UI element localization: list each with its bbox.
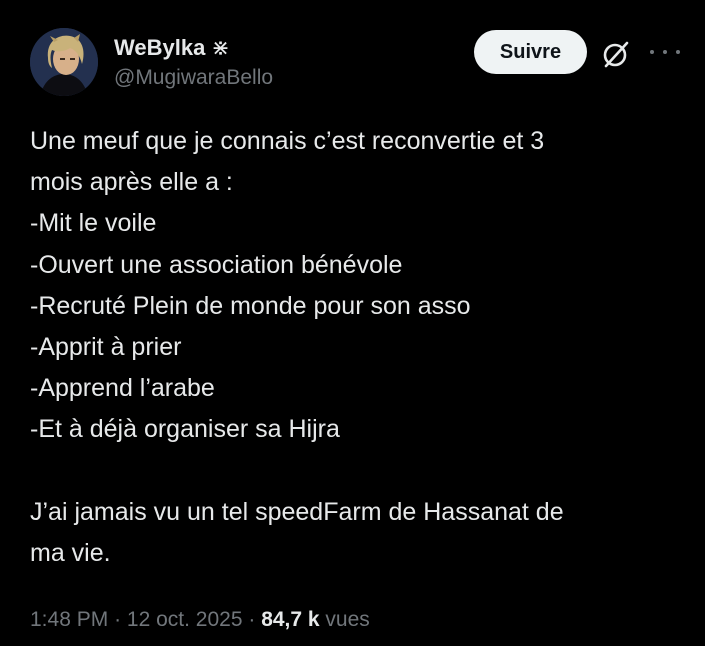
views-label: vues xyxy=(325,608,370,631)
author-handle[interactable]: @MugiwaraBello xyxy=(114,63,273,93)
tweet-line: -Recruté Plein de monde pour son asso xyxy=(30,291,471,320)
name-emblem-icon: ⋇ xyxy=(211,35,230,60)
avatar[interactable] xyxy=(30,28,98,96)
views-count: 84,7 k xyxy=(261,608,320,631)
tweet-line: J’ai jamais vu un tel speedFarm de Hassa… xyxy=(30,497,564,526)
tweet-text: Une meuf que je connais c’est reconverti… xyxy=(30,121,680,574)
more-options-icon[interactable] xyxy=(650,40,680,64)
meta-separator: · xyxy=(248,608,256,631)
author-names: WeBylka ⋇ @MugiwaraBello xyxy=(114,34,273,93)
avatar-image xyxy=(30,28,98,96)
author-display-name[interactable]: WeBylka xyxy=(114,34,205,62)
tweet-line: Une meuf que je connais c’est reconverti… xyxy=(30,127,545,155)
tweet-meta: 1:48 PM · 12 oct. 2025 · 84,7 k vues xyxy=(30,604,370,636)
grok-icon[interactable] xyxy=(600,38,632,70)
tweet-line: mois après elle a : xyxy=(30,168,233,197)
tweet-header: WeBylka ⋇ @MugiwaraBello Suivre xyxy=(30,28,680,100)
tweet-line: -Apprend l’arabe xyxy=(30,374,215,403)
follow-button[interactable]: Suivre xyxy=(474,30,587,74)
meta-separator: · xyxy=(114,608,122,631)
author-display-name-row[interactable]: WeBylka ⋇ xyxy=(114,34,273,62)
tweet-line: ma vie. xyxy=(30,539,111,568)
tweet-date[interactable]: 12 oct. 2025 xyxy=(127,608,243,631)
tweet-line: -Mit le voile xyxy=(30,209,157,238)
tweet-line: -Et à déjà organiser sa Hijra xyxy=(30,415,340,444)
tweet-time[interactable]: 1:48 PM xyxy=(30,608,108,631)
tweet-line: -Ouvert une association bénévole xyxy=(30,250,403,279)
tweet-line: -Apprit à prier xyxy=(30,333,182,362)
